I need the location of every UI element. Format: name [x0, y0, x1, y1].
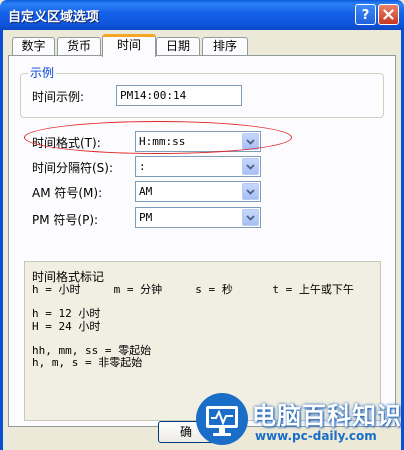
tab-currency[interactable]: 货币 [57, 37, 101, 55]
monitor-icon [196, 393, 248, 445]
tab-label: 数字 [21, 39, 46, 53]
tab-label: 货币 [66, 39, 91, 53]
notation-line: h, m, s = 非零起始 [32, 356, 143, 369]
close-icon [383, 9, 394, 20]
sample-label: 时间示例: [32, 90, 85, 104]
dropdown-button[interactable] [242, 183, 259, 200]
am-combo[interactable]: AM [135, 181, 261, 202]
pm-combo[interactable]: PM [135, 207, 261, 228]
dropdown-button[interactable] [242, 133, 259, 150]
pm-value: PM [139, 211, 153, 224]
watermark-url: www.pc-daily.com [255, 429, 377, 443]
tab-label: 排序 [212, 39, 237, 53]
chevron-down-icon [246, 188, 255, 195]
example-caption: 示例 [28, 64, 57, 81]
notation-line: h = 小时 m = 分钟 s = 秒 t = 上午或下午 [32, 283, 354, 296]
format-label: 时间格式(T): [32, 136, 101, 150]
chevron-down-icon [246, 214, 255, 221]
title-bar[interactable]: 自定义区域选项 ? [0, 0, 404, 30]
pm-label: PM 符号(P): [32, 213, 99, 227]
dropdown-button[interactable] [242, 158, 259, 175]
watermark-name: 电脑百科知识 [252, 402, 402, 430]
watermark: 电脑百科知识 www.pc-daily.com [185, 388, 404, 450]
separator-combo[interactable]: : [135, 156, 261, 177]
chevron-down-icon [246, 138, 255, 145]
window-title: 自定义区域选项 [8, 10, 100, 25]
format-combo[interactable]: H:mm:ss [135, 131, 261, 152]
tab-label: 日期 [165, 39, 190, 53]
tab-label: 时间 [116, 38, 141, 52]
close-button[interactable] [378, 4, 399, 25]
tab-sort[interactable]: 排序 [202, 37, 248, 55]
am-value: AM [139, 185, 153, 198]
notation-line: H = 24 小时 [32, 320, 101, 333]
separator-value: : [139, 160, 146, 173]
sample-value-field: PM14:00:14 [116, 85, 242, 106]
svg-text:?: ? [362, 8, 370, 21]
am-label: AM 符号(M): [32, 186, 103, 200]
tab-date[interactable]: 日期 [156, 37, 200, 55]
separator-label: 时间分隔符(S): [32, 161, 114, 175]
chevron-down-icon [246, 163, 255, 170]
tab-number[interactable]: 数字 [12, 37, 55, 55]
help-icon: ? [362, 8, 370, 21]
format-value: H:mm:ss [139, 135, 186, 148]
tab-time[interactable]: 时间 [102, 34, 156, 57]
dropdown-button[interactable] [242, 209, 259, 226]
help-button[interactable]: ? [355, 4, 376, 25]
